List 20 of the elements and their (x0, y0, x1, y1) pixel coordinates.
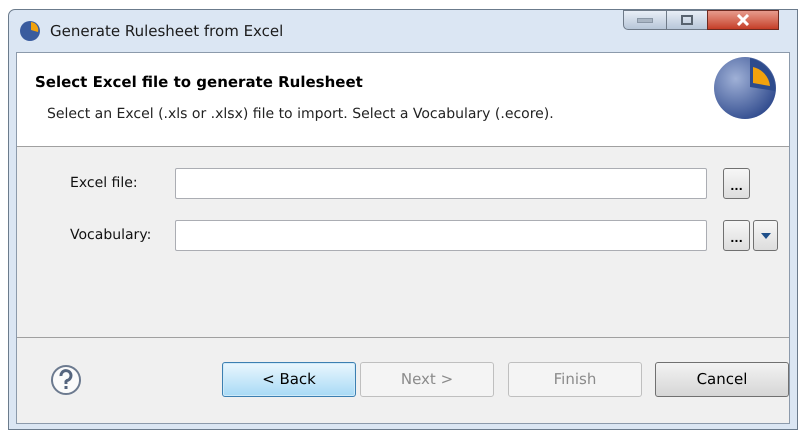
dropdown-button[interactable] (753, 220, 778, 251)
field-label: Excel file: (70, 174, 139, 193)
browse-button[interactable]: ... (723, 168, 750, 199)
text-input-field[interactable] (175, 220, 707, 251)
browse-button[interactable]: ... (723, 220, 750, 251)
help-icon[interactable] (50, 364, 82, 396)
maximize-button[interactable] (667, 10, 707, 30)
page-title: Select Excel file to generate Rulesheet (35, 72, 364, 93)
window-title: Generate Rulesheet from Excel (50, 20, 284, 42)
close-icon (736, 14, 750, 26)
wizard-button[interactable]: Cancel (655, 362, 789, 397)
app-logo-icon (19, 20, 41, 42)
wizard-button[interactable]: < Back (222, 362, 356, 397)
pie-logo-icon (713, 55, 777, 119)
field-label: Vocabulary: (70, 226, 152, 245)
page-description: Select an Excel (.xls or .xlsx) file to import. Select a Vocabulary (.ecore). (47, 104, 555, 124)
minimize-button[interactable] (623, 10, 667, 30)
close-button[interactable] (707, 10, 779, 30)
caret-icon (760, 232, 770, 238)
text-input-field[interactable] (175, 168, 707, 199)
